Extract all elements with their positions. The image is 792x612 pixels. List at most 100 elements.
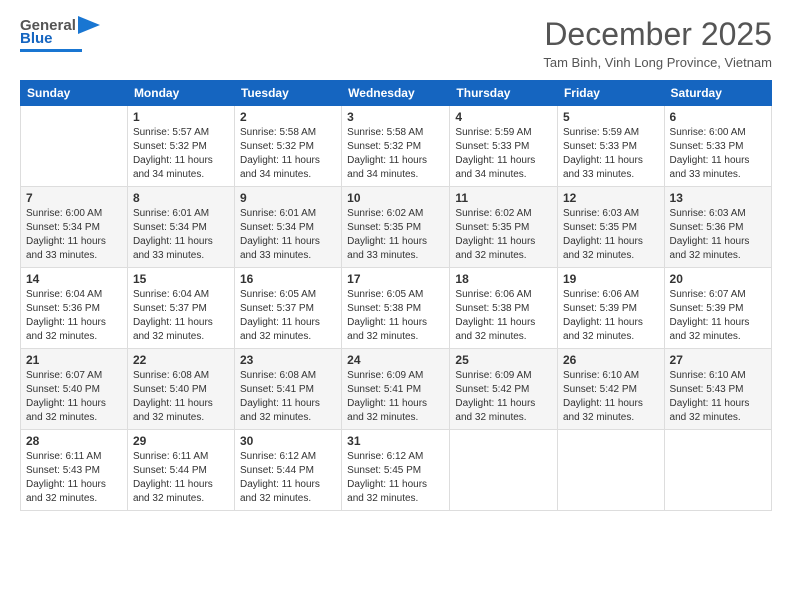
- calendar-cell: 23 Sunrise: 6:08 AM Sunset: 5:41 PM Dayli…: [234, 349, 341, 430]
- calendar-cell: 7 Sunrise: 6:00 AM Sunset: 5:34 PM Daylig…: [21, 187, 128, 268]
- day-number: 19: [563, 272, 659, 286]
- day-info: Sunrise: 6:06 AM Sunset: 5:38 PM Dayligh…: [455, 288, 552, 344]
- calendar-cell: 28 Sunrise: 6:11 AM Sunset: 5:43 PM Dayli…: [21, 430, 128, 511]
- logo-blue-text: Blue: [20, 30, 53, 47]
- day-info: Sunrise: 6:02 AM Sunset: 5:35 PM Dayligh…: [347, 207, 444, 263]
- day-number: 21: [26, 353, 122, 367]
- weekday-header-row: SundayMondayTuesdayWednesdayThursdayFrid…: [21, 81, 772, 106]
- weekday-header-sunday: Sunday: [21, 81, 128, 106]
- day-number: 31: [347, 434, 444, 448]
- calendar-cell: 22Sunrise: 6:08 AM Sunset: 5:40 PM Dayli…: [127, 349, 234, 430]
- month-title: December 2025: [543, 16, 772, 53]
- day-number: 1: [133, 110, 229, 124]
- day-number: 27: [670, 353, 766, 367]
- logo-underline: [20, 49, 82, 52]
- day-number: 26: [563, 353, 659, 367]
- day-info: Sunrise: 6:03 AM Sunset: 5:36 PM Dayligh…: [670, 207, 766, 263]
- calendar-cell: 30 Sunrise: 6:12 AM Sunset: 5:44 PM Dayli…: [234, 430, 341, 511]
- day-number: 15: [133, 272, 229, 286]
- day-number: 11: [455, 191, 552, 205]
- day-info: Sunrise: 6:07 AM Sunset: 5:39 PM Dayligh…: [670, 288, 766, 344]
- day-number: 9: [240, 191, 336, 205]
- calendar-cell: 13 Sunrise: 6:03 AM Sunset: 5:36 PM Dayli…: [664, 187, 771, 268]
- day-info: Sunrise: 6:11 AM Sunset: 5:43 PM Dayligh…: [26, 450, 122, 506]
- page-header: General Blue December 2025 Tam Binh, Vin…: [20, 16, 772, 70]
- weekday-header-thursday: Thursday: [450, 81, 558, 106]
- day-info: Sunrise: 6:08 AM Sunset: 5:41 PM Dayligh…: [240, 369, 336, 425]
- calendar-cell: 29 Sunrise: 6:11 AM Sunset: 5:44 PM Dayli…: [127, 430, 234, 511]
- day-info: Sunrise: 5:59 AM Sunset: 5:33 PM Dayligh…: [455, 126, 552, 182]
- calendar-cell: 11Sunrise: 6:02 AM Sunset: 5:35 PM Dayli…: [450, 187, 558, 268]
- weekday-header-saturday: Saturday: [664, 81, 771, 106]
- day-number: 18: [455, 272, 552, 286]
- day-info: Sunrise: 6:05 AM Sunset: 5:38 PM Dayligh…: [347, 288, 444, 344]
- day-info: Sunrise: 6:11 AM Sunset: 5:44 PM Dayligh…: [133, 450, 229, 506]
- day-info: Sunrise: 6:04 AM Sunset: 5:37 PM Dayligh…: [133, 288, 229, 344]
- day-number: 23: [240, 353, 336, 367]
- day-number: 28: [26, 434, 122, 448]
- day-number: 29: [133, 434, 229, 448]
- day-info: Sunrise: 6:10 AM Sunset: 5:43 PM Dayligh…: [670, 369, 766, 425]
- title-block: December 2025 Tam Binh, Vinh Long Provin…: [543, 16, 772, 70]
- calendar-week-row: 1 Sunrise: 5:57 AM Sunset: 5:32 PM Daylig…: [21, 106, 772, 187]
- calendar-cell: 12 Sunrise: 6:03 AM Sunset: 5:35 PM Dayli…: [557, 187, 664, 268]
- day-info: Sunrise: 6:12 AM Sunset: 5:45 PM Dayligh…: [347, 450, 444, 506]
- day-info: Sunrise: 6:00 AM Sunset: 5:33 PM Dayligh…: [670, 126, 766, 182]
- day-info: Sunrise: 6:04 AM Sunset: 5:36 PM Dayligh…: [26, 288, 122, 344]
- day-number: 8: [133, 191, 229, 205]
- day-number: 30: [240, 434, 336, 448]
- calendar-week-row: 28 Sunrise: 6:11 AM Sunset: 5:43 PM Dayli…: [21, 430, 772, 511]
- calendar-cell: 10 Sunrise: 6:02 AM Sunset: 5:35 PM Dayli…: [342, 187, 450, 268]
- day-number: 12: [563, 191, 659, 205]
- calendar-cell: [664, 430, 771, 511]
- day-number: 13: [670, 191, 766, 205]
- calendar-cell: 25 Sunrise: 6:09 AM Sunset: 5:42 PM Dayli…: [450, 349, 558, 430]
- calendar-week-row: 14 Sunrise: 6:04 AM Sunset: 5:36 PM Dayli…: [21, 268, 772, 349]
- calendar-cell: 21Sunrise: 6:07 AM Sunset: 5:40 PM Dayli…: [21, 349, 128, 430]
- calendar-cell: [557, 430, 664, 511]
- day-info: Sunrise: 5:59 AM Sunset: 5:33 PM Dayligh…: [563, 126, 659, 182]
- calendar-cell: [21, 106, 128, 187]
- calendar-cell: 16 Sunrise: 6:05 AM Sunset: 5:37 PM Dayli…: [234, 268, 341, 349]
- logo: General Blue: [20, 16, 100, 52]
- day-info: Sunrise: 6:10 AM Sunset: 5:42 PM Dayligh…: [563, 369, 659, 425]
- calendar-cell: 20 Sunrise: 6:07 AM Sunset: 5:39 PM Dayli…: [664, 268, 771, 349]
- day-info: Sunrise: 6:12 AM Sunset: 5:44 PM Dayligh…: [240, 450, 336, 506]
- day-info: Sunrise: 6:06 AM Sunset: 5:39 PM Dayligh…: [563, 288, 659, 344]
- day-number: 4: [455, 110, 552, 124]
- calendar-cell: 19 Sunrise: 6:06 AM Sunset: 5:39 PM Dayli…: [557, 268, 664, 349]
- day-info: Sunrise: 6:09 AM Sunset: 5:42 PM Dayligh…: [455, 369, 552, 425]
- day-info: Sunrise: 6:09 AM Sunset: 5:41 PM Dayligh…: [347, 369, 444, 425]
- day-number: 2: [240, 110, 336, 124]
- day-info: Sunrise: 6:03 AM Sunset: 5:35 PM Dayligh…: [563, 207, 659, 263]
- calendar-cell: 24 Sunrise: 6:09 AM Sunset: 5:41 PM Dayli…: [342, 349, 450, 430]
- day-number: 7: [26, 191, 122, 205]
- day-info: Sunrise: 6:00 AM Sunset: 5:34 PM Dayligh…: [26, 207, 122, 263]
- day-number: 20: [670, 272, 766, 286]
- day-number: 16: [240, 272, 336, 286]
- calendar-table: SundayMondayTuesdayWednesdayThursdayFrid…: [20, 80, 772, 511]
- calendar-cell: 5Sunrise: 5:59 AM Sunset: 5:33 PM Daylig…: [557, 106, 664, 187]
- calendar-cell: 9 Sunrise: 6:01 AM Sunset: 5:34 PM Daylig…: [234, 187, 341, 268]
- day-info: Sunrise: 6:01 AM Sunset: 5:34 PM Dayligh…: [133, 207, 229, 263]
- location-text: Tam Binh, Vinh Long Province, Vietnam: [543, 55, 772, 70]
- day-info: Sunrise: 5:58 AM Sunset: 5:32 PM Dayligh…: [240, 126, 336, 182]
- calendar-cell: 8 Sunrise: 6:01 AM Sunset: 5:34 PM Daylig…: [127, 187, 234, 268]
- calendar-cell: 6 Sunrise: 6:00 AM Sunset: 5:33 PM Daylig…: [664, 106, 771, 187]
- calendar-cell: 18 Sunrise: 6:06 AM Sunset: 5:38 PM Dayli…: [450, 268, 558, 349]
- day-info: Sunrise: 5:58 AM Sunset: 5:32 PM Dayligh…: [347, 126, 444, 182]
- day-info: Sunrise: 6:01 AM Sunset: 5:34 PM Dayligh…: [240, 207, 336, 263]
- day-number: 6: [670, 110, 766, 124]
- day-number: 25: [455, 353, 552, 367]
- day-number: 24: [347, 353, 444, 367]
- day-info: Sunrise: 6:05 AM Sunset: 5:37 PM Dayligh…: [240, 288, 336, 344]
- calendar-cell: 31 Sunrise: 6:12 AM Sunset: 5:45 PM Dayli…: [342, 430, 450, 511]
- calendar-cell: 26 Sunrise: 6:10 AM Sunset: 5:42 PM Dayli…: [557, 349, 664, 430]
- day-number: 14: [26, 272, 122, 286]
- calendar-cell: [450, 430, 558, 511]
- day-info: Sunrise: 5:57 AM Sunset: 5:32 PM Dayligh…: [133, 126, 229, 182]
- day-number: 10: [347, 191, 444, 205]
- calendar-cell: 3Sunrise: 5:58 AM Sunset: 5:32 PM Daylig…: [342, 106, 450, 187]
- weekday-header-wednesday: Wednesday: [342, 81, 450, 106]
- weekday-header-friday: Friday: [557, 81, 664, 106]
